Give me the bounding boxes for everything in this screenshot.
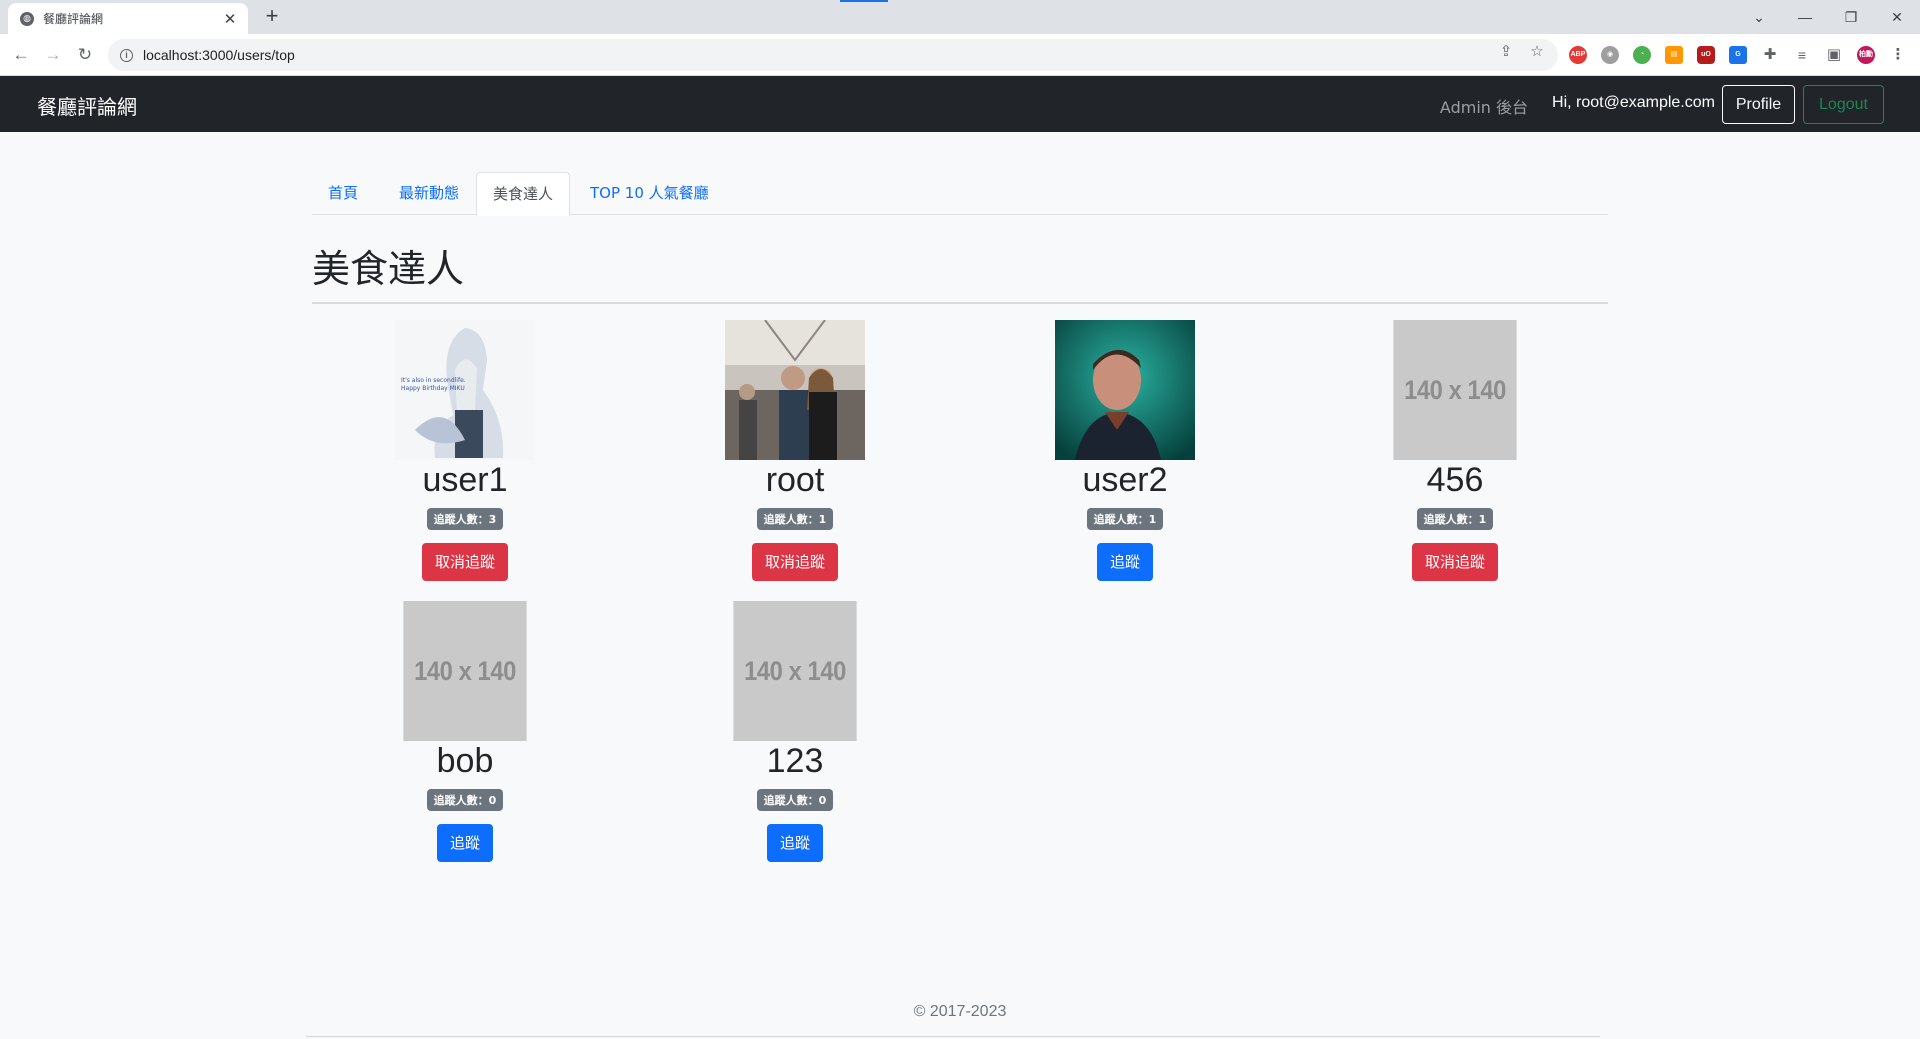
follow-button[interactable]: 追蹤	[436, 824, 493, 862]
tab-feeds[interactable]: 最新動態	[383, 172, 475, 215]
site-navbar: 餐廳評論網 Admin 後台 Hi, root@example.com Prof…	[0, 76, 1920, 132]
user-name[interactable]: root	[725, 460, 865, 500]
logout-button[interactable]: Logout	[1803, 85, 1884, 124]
user-card: user2 追蹤人數：1 追蹤	[1055, 320, 1195, 581]
admin-link[interactable]: Admin 後台	[1440, 94, 1528, 118]
user-avatar[interactable]	[725, 320, 865, 460]
footer-copyright: © 2017-2023	[913, 1003, 1007, 1020]
window-close-icon[interactable]: ✕	[1874, 4, 1920, 30]
browser-toolbar: ← → ↻ i localhost:3000/users/top ⇪ ☆	[0, 34, 1920, 76]
user-avatar[interactable]	[1055, 320, 1195, 460]
reading-list-icon[interactable]: ≡	[1793, 46, 1811, 64]
puzzle-extensions-icon[interactable]: ✚	[1761, 46, 1779, 64]
user-card: root 追蹤人數：1 取消追蹤	[725, 320, 865, 581]
follower-count-badge: 追蹤人數：1	[1086, 508, 1164, 530]
user-name[interactable]: bob	[395, 741, 535, 781]
avatar-placeholder[interactable]: 140 x 140	[733, 601, 857, 741]
restore-icon[interactable]: ❐	[1828, 4, 1874, 30]
brand-link[interactable]: 餐廳評論網	[37, 91, 137, 120]
translate-extension-icon[interactable]: G	[1729, 46, 1747, 64]
browser-tab[interactable]: ◍ 餐廳評論網 ✕	[8, 3, 248, 34]
svg-text:It's also in secondlife.: It's also in secondlife.	[401, 377, 466, 384]
forward-icon[interactable]: →	[42, 44, 64, 66]
back-icon[interactable]: ←	[10, 44, 32, 66]
user-name[interactable]: user2	[1055, 460, 1195, 500]
avatar-placeholder[interactable]: 140 x 140	[1393, 320, 1517, 460]
extension-icon[interactable]: ▤	[1665, 46, 1683, 64]
profile-avatar-icon[interactable]: 柏勳	[1857, 46, 1875, 64]
tab-top-restaurants[interactable]: TOP 10 人氣餐廳	[574, 172, 725, 215]
profile-button[interactable]: Profile	[1722, 85, 1795, 124]
follower-count-badge: 追蹤人數：0	[756, 789, 834, 811]
globe-icon: ◍	[20, 11, 34, 26]
section-tabs: 首頁 最新動態 美食達人 TOP 10 人氣餐廳	[312, 172, 1608, 216]
bookmark-star-icon[interactable]: ☆	[1527, 42, 1547, 60]
address-bar[interactable]: i localhost:3000/users/top	[108, 39, 1558, 71]
follower-count-badge: 追蹤人數：1	[1416, 508, 1494, 530]
more-menu-icon[interactable]: ⋮	[1889, 46, 1907, 64]
follower-count-badge: 追蹤人數：3	[426, 508, 504, 530]
site-info-icon[interactable]: i	[120, 48, 133, 62]
tab-top-users[interactable]: 美食達人	[476, 172, 571, 216]
reload-icon[interactable]: ↻	[74, 44, 96, 66]
chrome-extension-icon[interactable]: ◔	[1633, 46, 1651, 64]
url-text: localhost:3000/users/top	[143, 47, 295, 63]
user-name[interactable]: user1	[395, 460, 535, 500]
unfollow-button[interactable]: 取消追蹤	[1411, 543, 1498, 581]
svg-text:Happy Birthday MIKU: Happy Birthday MIKU	[401, 385, 465, 392]
close-tab-icon[interactable]: ✕	[222, 10, 238, 28]
divider	[312, 302, 1608, 304]
tabstrip-accent	[840, 0, 888, 2]
user-card: 140 x 140 bob 追蹤人數：0 追蹤	[395, 601, 535, 862]
avatar-placeholder[interactable]: 140 x 140	[403, 601, 527, 741]
user-card: 140 x 140 123 追蹤人數：0 追蹤	[725, 601, 865, 862]
follow-button[interactable]: 追蹤	[1096, 543, 1153, 581]
user-greeting: Hi, root@example.com	[1552, 94, 1715, 111]
unfollow-button[interactable]: 取消追蹤	[751, 543, 838, 581]
follower-count-badge: 追蹤人數：0	[426, 789, 504, 811]
user-card: 140 x 140 456 追蹤人數：1 取消追蹤	[1385, 320, 1525, 581]
side-panel-icon[interactable]: ▣	[1825, 46, 1843, 64]
adblock-extension-icon[interactable]: ABP	[1569, 46, 1587, 64]
extension-icon[interactable]: ◉	[1601, 46, 1619, 64]
user-name[interactable]: 456	[1385, 460, 1525, 500]
user-avatar[interactable]: It's also in secondlife. Happy Birthday …	[395, 320, 535, 460]
follow-button[interactable]: 追蹤	[766, 824, 823, 862]
user-name[interactable]: 123	[725, 741, 865, 781]
browser-tabstrip: ◍ 餐廳評論網 ✕ + ⌄ — ❐ ✕	[0, 0, 1920, 34]
new-tab-icon[interactable]: +	[260, 5, 284, 29]
follower-count-badge: 追蹤人數：1	[756, 508, 834, 530]
share-icon[interactable]: ⇪	[1496, 42, 1516, 60]
browser-tab-title: 餐廳評論網	[43, 12, 104, 26]
tab-home[interactable]: 首頁	[312, 172, 374, 215]
footer-divider	[306, 1036, 1600, 1037]
user-card: It's also in secondlife. Happy Birthday …	[395, 320, 535, 581]
unfollow-button[interactable]: 取消追蹤	[421, 543, 508, 581]
ublock-extension-icon[interactable]: uO	[1697, 46, 1715, 64]
tab-search-chevron-icon[interactable]: ⌄	[1736, 4, 1782, 30]
minimize-icon[interactable]: —	[1782, 4, 1828, 30]
page-title: 美食達人	[312, 247, 465, 291]
